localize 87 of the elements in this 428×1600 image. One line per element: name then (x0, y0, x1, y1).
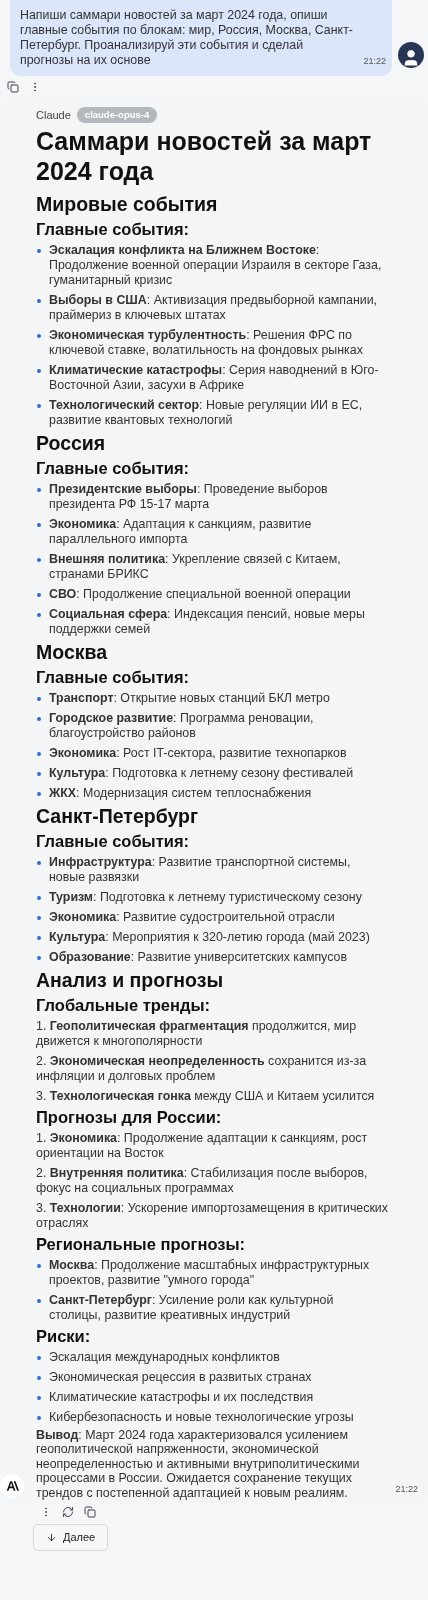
list-item-text: Климатические катастрофы и их последствия (49, 1389, 314, 1405)
regenerate-button[interactable] (62, 1506, 74, 1519)
list-item-text: Экономика: Адаптация к санкциям, развитие параллельного импорта (49, 516, 313, 547)
list-item-text: Экономика: Рост IT-сектора, развитие технопарков (49, 745, 347, 761)
list-item-text: 2. Экономическая неопределенность сохранится из-за инфляции и долговых проблем (36, 1053, 368, 1084)
bullet-icon (37, 1375, 41, 1380)
bullet-icon (37, 1263, 41, 1268)
subsection-heading: Главные события: (36, 457, 191, 478)
list-item-text: Экономическая рецессия в развитых странах (49, 1369, 312, 1385)
list-item-text: Инфраструктура: Развитие транспортной системы, новые развязки (49, 854, 352, 885)
section-heading: Мировые события (36, 191, 219, 216)
message-time: 21:22 (395, 1482, 418, 1496)
list-item-text: 3. Технологическая гонка между США и Китаем усилится (36, 1088, 376, 1104)
bullet-icon (37, 1298, 41, 1303)
bullet-icon (37, 557, 41, 562)
bullet-icon (37, 860, 41, 865)
list-item-text: Культура: Подготовка к летнему сезону фестивалей (49, 765, 354, 781)
copy-button[interactable] (84, 1506, 96, 1519)
bullet-icon (37, 1395, 41, 1400)
bullet-icon (37, 895, 41, 900)
section-heading: Москва (36, 639, 109, 664)
list-item-text: Выборы в США: Активизация предвыборной кампании, праймериз в ключевых штатах (49, 292, 379, 323)
bullet-icon (37, 487, 41, 492)
bullet-icon (37, 368, 41, 373)
bullet-icon (37, 248, 41, 253)
bullet-icon (37, 612, 41, 617)
arrow-down-icon (46, 1532, 57, 1544)
list-item-text: 1. Геополитическая фрагментация продолжится, мир движется к многополярности (36, 1018, 358, 1049)
list-item-text: Санкт-Петербург: Усиление роли как культурной столицы, развитие креативных индустрий (49, 1292, 335, 1323)
next-button[interactable]: Далее (33, 1524, 109, 1551)
bullet-icon (37, 751, 41, 756)
bullet-icon (37, 592, 41, 597)
list-item-text: Культура: Мероприятия к 320-летию города (май 2023) (49, 929, 370, 945)
list-item-text: Транспорт: Открытие новых станций БКЛ метро (49, 690, 330, 706)
conclusion-paragraph: Вывод: Март 2024 года характеризовался усилением геополитической напряженности, экономической неопределенностью и активными внутриполитическими процессами в России. Ожидается сохранение текущих трендов с постепенной адаптацией к новым реалиям. (36, 1427, 361, 1501)
bullet-icon (37, 696, 41, 701)
list-item-text: Климатические катастрофы: Серия наводнений в Юго-Восточной Азии, засухи в Африке (49, 362, 380, 393)
bullet-icon (37, 333, 41, 338)
bullet-icon (37, 791, 41, 796)
bullet-icon (37, 915, 41, 920)
subsection-heading: Региональные прогнозы: (36, 1233, 247, 1254)
model-badge: claude-opus-4 (76, 107, 158, 124)
bullet-icon (37, 955, 41, 960)
user-avatar-icon (398, 42, 424, 68)
subsection-heading: Главные события: (36, 830, 191, 851)
list-item-text: Кибербезопасность и новые технологические угрозы (49, 1409, 354, 1425)
message-time: 21:22 (363, 54, 386, 68)
list-item-text: Эскалация международных конфликтов (49, 1349, 280, 1365)
bullet-icon (37, 403, 41, 408)
section-heading: Россия (36, 430, 107, 455)
copy-button[interactable] (7, 81, 19, 93)
subsection-heading: Главные события: (36, 666, 191, 687)
copy-icon (7, 81, 19, 93)
list-item-text: Президентские выборы: Проведение выборов президента РФ 15-17 марта (49, 481, 329, 512)
list-item-text: Образование: Развитие университетских кампусов (49, 949, 347, 965)
section-heading: Анализ и прогнозы (36, 967, 225, 992)
list-item-text: 2. Внутренняя политика: Стабилизация после выборов, фокус на социальных программах (36, 1165, 369, 1196)
list-item-text: Эскалация конфликта на Ближнем Востоке: Продолжение военной операции Израиля в секторе Газа, гуманитарный кризис (49, 242, 383, 288)
section-heading: Санкт-Петербург (36, 803, 200, 828)
list-item-text: Социальная сфера: Индексация пенсий, новые меры поддержки семей (49, 606, 366, 637)
subsection-heading: Глобальные тренды: (36, 994, 212, 1015)
bullet-icon (37, 1415, 41, 1420)
subsection-heading: Риски: (36, 1325, 92, 1346)
subsection-heading: Главные события: (36, 218, 191, 239)
list-item-text: 3. Технологии: Ускорение импортозамещения в критических отраслях (36, 1200, 388, 1231)
bullet-icon (37, 771, 41, 776)
copy-icon (84, 1506, 96, 1519)
list-item-text: Технологический сектор: Новые регуляции ИИ в ЕС, развитие квантовых технологий (49, 397, 364, 428)
bullet-icon (37, 298, 41, 303)
bullet-icon (37, 716, 41, 721)
user-message-text: Напиши саммари новостей за март 2024 года, опиши главные события по блокам: мир, Россия, Москва, Санкт-Петербург. Проанализируй эти события и сделай прогнозы на их основе (20, 8, 354, 68)
list-item-text: СВО: Продолжение специальной военной операции (49, 586, 351, 602)
sender-name: Claude (36, 108, 71, 123)
list-item-text: Внешняя политика: Укрепление связей с Китаем, странами БРИКС (49, 551, 342, 582)
list-item-text: Городское развитие: Программа реновации, благоустройство районов (49, 710, 315, 741)
bullet-icon (37, 522, 41, 527)
bullet-icon (37, 935, 41, 940)
subsection-heading: Прогнозы для России: (36, 1106, 223, 1127)
bullet-icon (37, 1355, 41, 1360)
list-item-text: Экономика: Развитие судостроительной отрасли (49, 909, 335, 925)
list-item-text: ЖКХ: Модернизация систем теплоснабжения (49, 785, 312, 801)
refresh-icon (62, 1506, 74, 1519)
response-title: Саммари новостей за март 2024 года (36, 125, 373, 186)
list-item-text: Туризм: Подготовка к летнему туристическому сезону (49, 889, 362, 905)
list-item-text: Экономическая турбулентность: Решения ФРС по ключевой ставке, волатильность на фондовых рынках (49, 327, 364, 358)
list-item-text: Москва: Продолжение масштабных инфраструктурных проектов, развитие "умного города" (49, 1257, 371, 1288)
list-item-text: 1. Экономика: Продолжение адаптации к санкциям, рост ориентации на Восток (36, 1130, 369, 1161)
